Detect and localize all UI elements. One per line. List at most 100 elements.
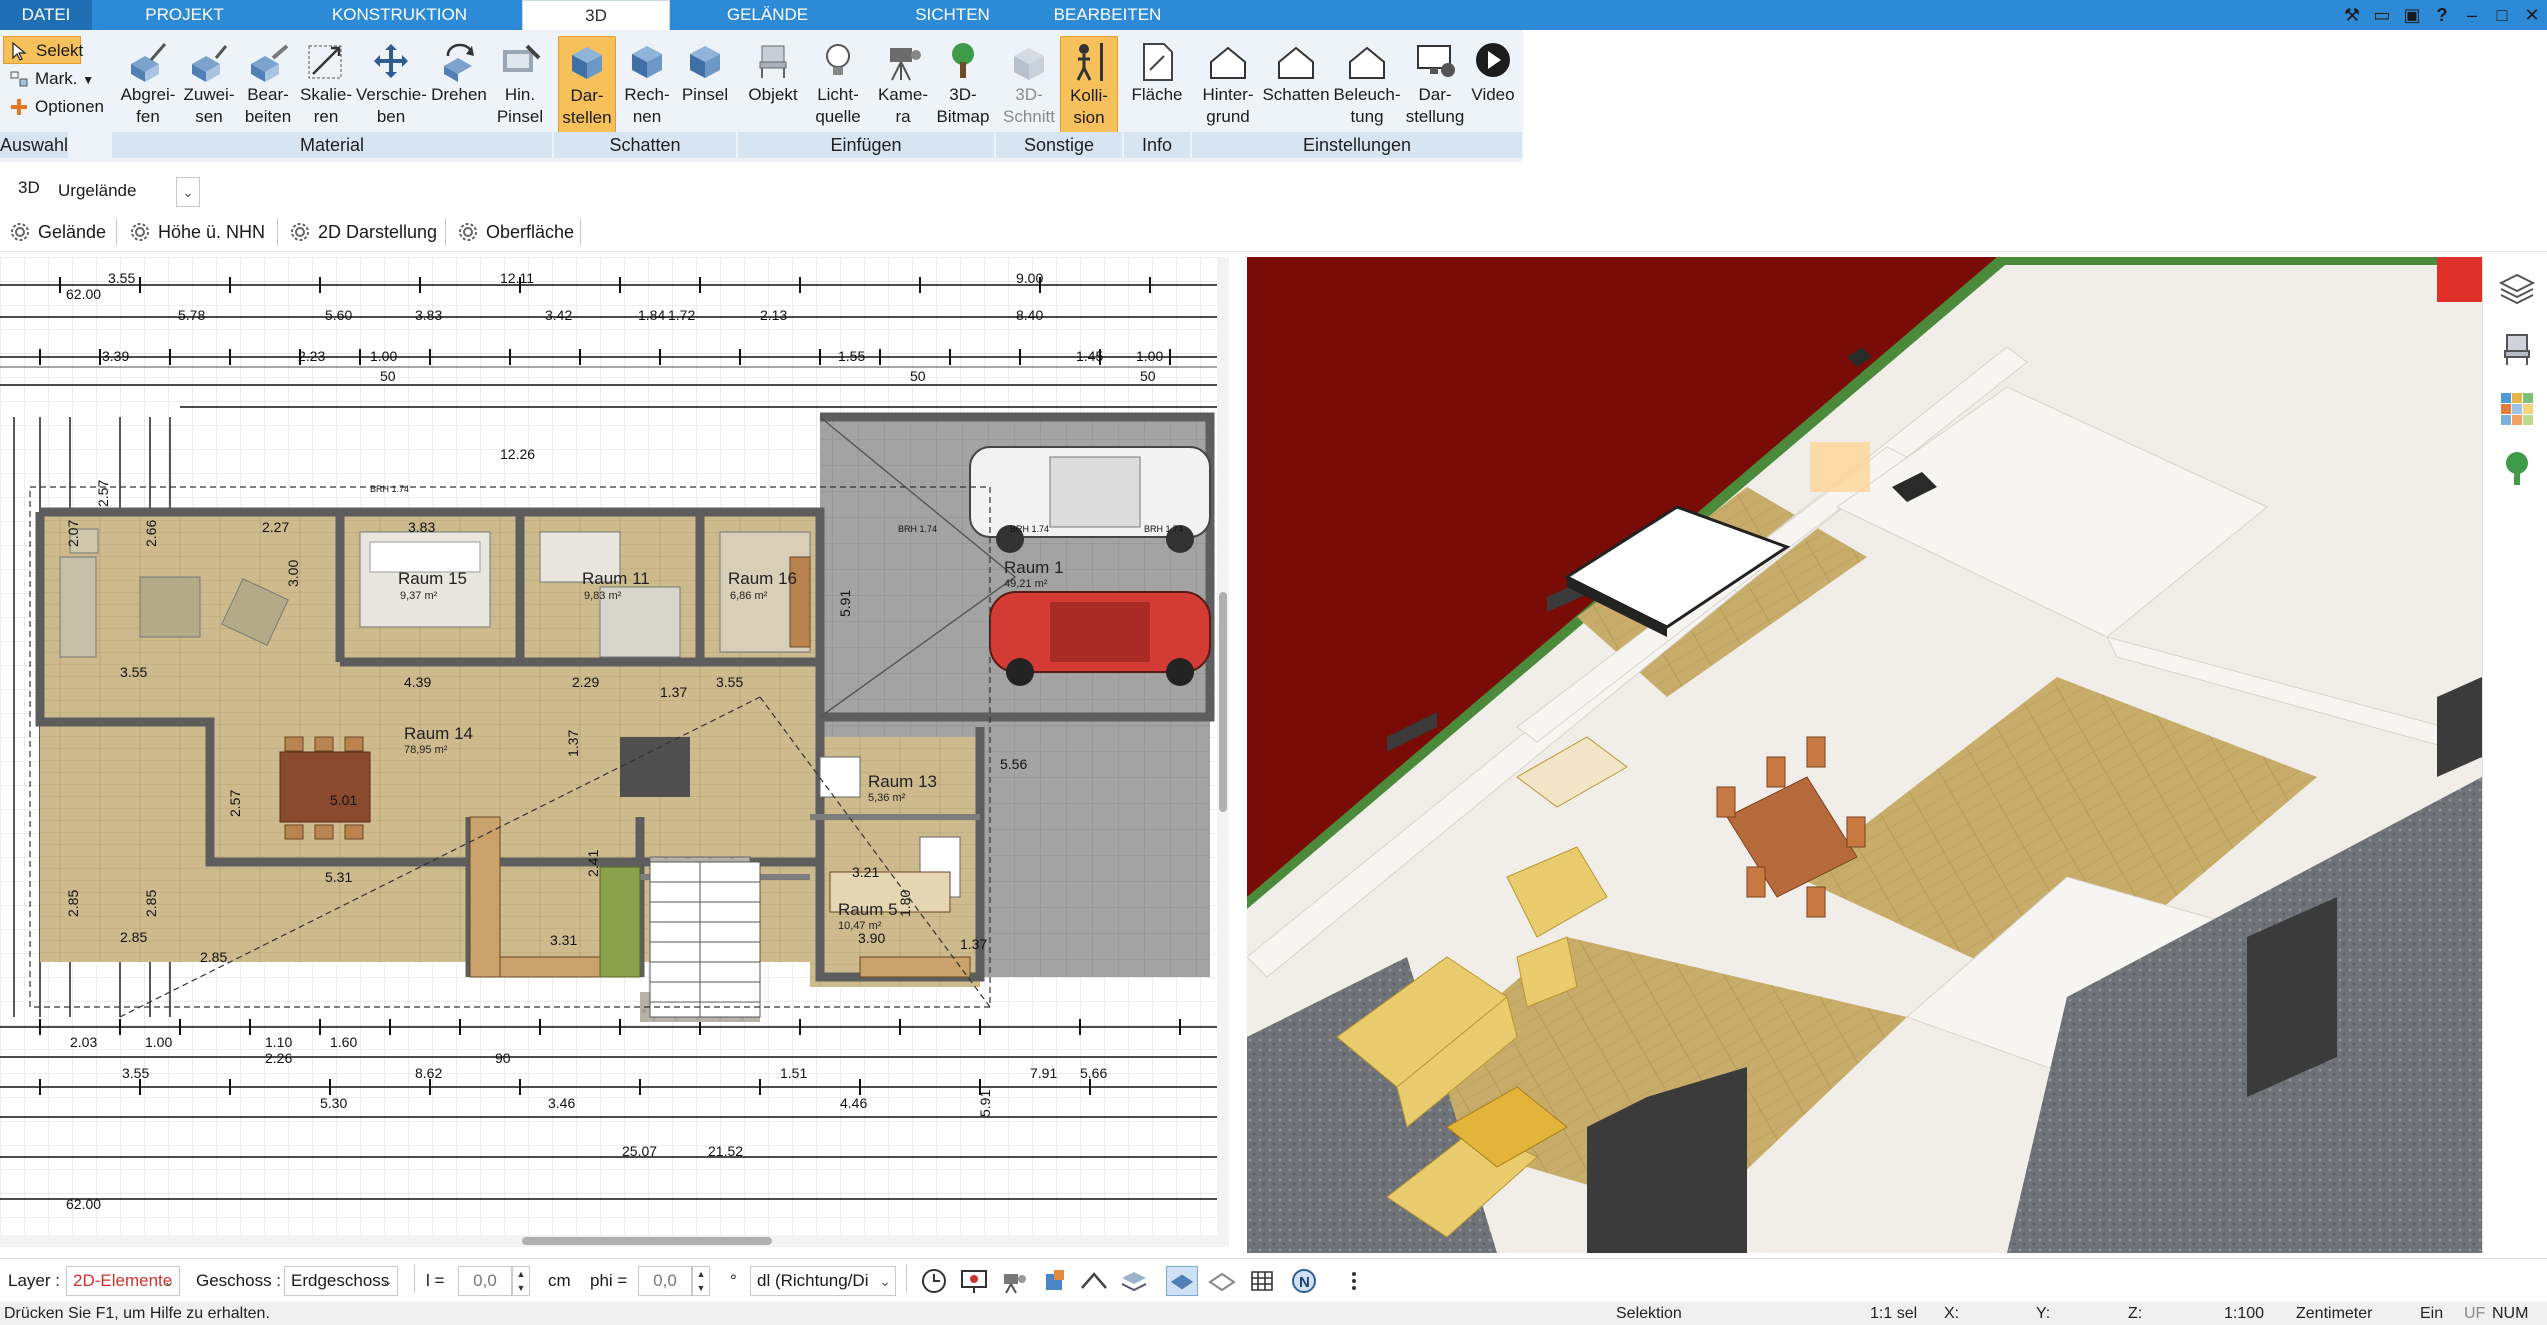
- 2d-darstellung-button[interactable]: 2D Darstellung: [282, 216, 437, 248]
- lichtquelle-button[interactable]: Licht- quelle: [804, 36, 872, 136]
- layer-select[interactable]: 2D-Elemente ⌄: [66, 1266, 180, 1296]
- dim-label: 3.55: [122, 1065, 149, 1081]
- kamera-button[interactable]: Kame- ra: [874, 36, 932, 136]
- oberflaeche-button[interactable]: Oberfläche: [450, 216, 574, 248]
- phi-label: phi =: [590, 1271, 628, 1290]
- skalieren-button[interactable]: Skalie- ren: [298, 36, 354, 136]
- hin-pinsel-button[interactable]: Hin. Pinsel: [492, 36, 548, 136]
- direction-select[interactable]: dl (Richtung/Di ⌄: [750, 1266, 896, 1296]
- 3d-schnitt-button[interactable]: 3D- Schnitt: [1000, 36, 1058, 136]
- phi-input[interactable]: 0,0: [638, 1266, 692, 1296]
- objekt-button[interactable]: Objekt: [744, 36, 802, 136]
- bearbeiten-button[interactable]: Bear- beiten: [240, 36, 296, 136]
- optionen-button[interactable]: Optionen: [3, 93, 107, 121]
- north-icon[interactable]: N: [1288, 1266, 1320, 1296]
- terrain-select[interactable]: Urgelände ⌄: [52, 177, 204, 207]
- maximize-icon[interactable]: □: [2487, 0, 2517, 30]
- beleuchtung-button[interactable]: Beleuch- tung: [1332, 36, 1402, 136]
- tree-icon[interactable]: [2497, 449, 2537, 489]
- dim-label: 2.57: [227, 790, 243, 817]
- darstellen-label: Dar- stellen: [562, 86, 612, 127]
- plan-vertical-scrollbar[interactable]: [1217, 257, 1229, 1235]
- restore-small-icon[interactable]: ▭: [2367, 0, 2397, 30]
- presentation-icon[interactable]: [958, 1266, 990, 1296]
- clock-icon[interactable]: [918, 1266, 950, 1296]
- object-cube-icon[interactable]: [1038, 1266, 1070, 1296]
- tab-sichten[interactable]: SICHTEN: [865, 0, 1040, 30]
- floor-plan-canvas[interactable]: Raum 15 9,37 m² Raum 11 9,83 m² Raum 16 …: [0, 257, 1217, 1235]
- rechnen-button[interactable]: Rech- nen: [618, 36, 676, 136]
- layers-icon[interactable]: [2497, 269, 2537, 309]
- tab-projekt[interactable]: PROJEKT: [92, 0, 277, 30]
- close-icon[interactable]: ✕: [2517, 0, 2547, 30]
- shade-display-icon: [572, 47, 602, 79]
- chair-icon[interactable]: [2497, 329, 2537, 369]
- plan-horizontal-scrollbar[interactable]: [0, 1235, 1229, 1247]
- 3d-view[interactable]: [1247, 257, 2482, 1253]
- help-icon[interactable]: ?: [2427, 0, 2457, 30]
- ein-status: Ein: [2420, 1305, 2444, 1322]
- pinsel-button[interactable]: Pinsel: [678, 36, 732, 136]
- dim-label: BRH 1.74: [898, 524, 937, 534]
- dim-label: 2.26: [265, 1050, 292, 1066]
- dim-label: 25.07: [622, 1143, 657, 1159]
- tab-3d[interactable]: 3D: [522, 0, 670, 30]
- hin-pinsel-label: Hin. Pinsel: [496, 85, 544, 126]
- geschoss-select[interactable]: Erdgeschoss ⌄: [284, 1266, 398, 1296]
- hatch-icon[interactable]: [1206, 1266, 1238, 1296]
- camera-path-icon[interactable]: [998, 1266, 1030, 1296]
- flaeche-button[interactable]: Fläche: [1128, 36, 1186, 136]
- area-info-icon: [1143, 43, 1173, 81]
- tab-datei[interactable]: DATEI: [0, 0, 92, 30]
- kollision-button[interactable]: Kolli- sion: [1060, 36, 1118, 136]
- darstellung-button[interactable]: Dar- stellung: [1404, 36, 1466, 136]
- 3d-bitmap-button[interactable]: 3D- Bitmap: [934, 36, 992, 136]
- material-palette-icon[interactable]: [2497, 389, 2537, 429]
- roof-icon[interactable]: [1078, 1266, 1110, 1296]
- minimize-icon[interactable]: –: [2457, 0, 2487, 30]
- selekt-button[interactable]: Selekt: [3, 36, 83, 64]
- gelaende-button[interactable]: Gelände: [2, 216, 106, 248]
- tab-konstruktion[interactable]: KONSTRUKTION: [277, 0, 522, 30]
- abgreifen-button[interactable]: Abgrei- fen: [118, 36, 178, 136]
- drehen-button[interactable]: Drehen: [428, 36, 490, 136]
- dim-label: 5.56: [1000, 756, 1027, 772]
- mark-button[interactable]: Mark. ▼: [3, 65, 107, 93]
- grid-icon[interactable]: [1246, 1266, 1278, 1296]
- room-area: 49,21 m²: [1004, 578, 1048, 590]
- dim-label: BRH 1.74: [1144, 524, 1183, 534]
- tools-icon[interactable]: ⚒: [2337, 0, 2367, 30]
- tab-gelaende[interactable]: GELÄNDE: [670, 0, 865, 30]
- dim-label: 1.80: [897, 890, 913, 917]
- schatten-settings-button[interactable]: Schatten: [1262, 36, 1330, 136]
- scroll-thumb[interactable]: [1219, 592, 1227, 812]
- tile-icon[interactable]: ▣: [2397, 0, 2427, 30]
- section-cut-icon: [1014, 48, 1044, 80]
- dim-label: 1.00: [370, 348, 397, 364]
- window-controls: ⚒ ▭ ▣ ? – □ ✕: [2337, 0, 2547, 30]
- dim-label: 3.55: [108, 270, 135, 286]
- dim-label: 50: [380, 368, 396, 384]
- verschieben-button[interactable]: Verschie- ben: [356, 36, 427, 136]
- kollision-label: Kolli- sion: [1070, 86, 1108, 127]
- skalieren-label: Skalie- ren: [300, 85, 352, 126]
- length-input[interactable]: 0,0: [458, 1266, 512, 1296]
- 3d-render[interactable]: [1247, 257, 2482, 1253]
- phi-stepper[interactable]: ▲ ▼: [692, 1266, 710, 1296]
- hoehe-nhn-button[interactable]: Höhe ü. NHN: [122, 216, 265, 248]
- room-area: 78,95 m²: [404, 744, 448, 756]
- terrain-layers-icon[interactable]: [1118, 1266, 1150, 1296]
- hintergrund-button[interactable]: Hinter- grund: [1196, 36, 1260, 136]
- length-stepper[interactable]: ▲ ▼: [512, 1266, 530, 1296]
- dim-label: 7.91: [1030, 1065, 1057, 1081]
- dim-label: 2.03: [70, 1034, 97, 1050]
- dim-label: 3.42: [545, 307, 572, 323]
- scroll-thumb[interactable]: [522, 1237, 772, 1245]
- darstellen-button[interactable]: Dar- stellen: [558, 36, 616, 136]
- zuweisen-button[interactable]: Zuwei- sen: [180, 36, 238, 136]
- more-options-icon[interactable]: [1338, 1266, 1370, 1296]
- tab-bearbeiten[interactable]: BEARBEITEN: [1040, 0, 1175, 30]
- floor-plan-view[interactable]: Raum 15 9,37 m² Raum 11 9,83 m² Raum 16 …: [0, 257, 1217, 1235]
- video-button[interactable]: Video: [1468, 36, 1518, 136]
- floor-plane-icon[interactable]: [1166, 1266, 1198, 1296]
